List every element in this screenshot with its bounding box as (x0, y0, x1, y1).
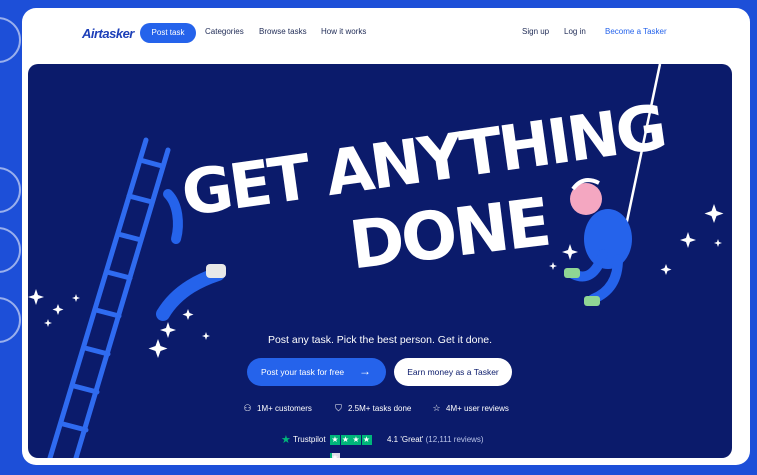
hero-banner: GET ANYTHING DONE Post any task. Pick th… (28, 64, 732, 458)
post-task-button[interactable]: Post task (140, 23, 196, 43)
arrow-right-icon: → (359, 364, 371, 378)
earn-money-button[interactable]: Earn money as a Tasker (394, 358, 512, 386)
nav-sign-up[interactable]: Sign up (522, 27, 549, 36)
hero-tagline: Post any task. Pick the best person. Get… (267, 334, 493, 346)
nav-how-it-works[interactable]: How it works (321, 27, 366, 36)
rating-star-partial-icon: ★ (330, 453, 340, 458)
rating-star-icon: ★ (361, 435, 372, 445)
stat-user-reviews: ☆ 4M+ user reviews (432, 403, 509, 413)
star-outline-icon: ☆ (432, 403, 441, 413)
rating-star-icon: ★ (330, 435, 340, 445)
top-navigation: Airtasker Post task Categories Browse ta… (22, 8, 750, 58)
post-task-free-button[interactable]: Post your task for free → (247, 358, 386, 386)
trustpilot-brand: Trustpilot (293, 435, 326, 444)
users-icon: ⚇ (243, 403, 252, 413)
browser-card: Airtasker Post task Categories Browse ta… (22, 8, 750, 465)
nav-become-tasker[interactable]: Become a Tasker (605, 27, 667, 36)
trustpilot-review-count: (12,111 reviews) (425, 435, 484, 444)
hero-stats: ⚇ 1M+ customers ⛉ 2.5M+ tasks done ☆ 4M+ us… (28, 403, 732, 417)
stat-customers: ⚇ 1M+ customers (243, 403, 312, 413)
shield-check-icon: ⛉ (335, 403, 342, 413)
stat-tasks-done: ⛉ 2.5M+ tasks done (333, 403, 411, 414)
trustpilot-star-icon: ★ (281, 434, 291, 446)
nav-log-in[interactable]: Log in (564, 27, 586, 36)
trustpilot-stars: ★ ★ ★ ★★ (330, 435, 382, 458)
trustpilot-rating[interactable]: ★ Trustpilot ★ ★ ★ ★★ 4.1 'Great' (12,111 r… (28, 434, 732, 458)
airtasker-logo[interactable]: Airtasker (82, 26, 134, 41)
nav-browse-tasks[interactable]: Browse tasks (259, 27, 307, 36)
rating-star-icon: ★ (351, 435, 361, 445)
post-task-free-label: Post your task for free (261, 367, 345, 377)
trustpilot-score: 4.1 'Great' (12,111 reviews) (387, 435, 484, 444)
nav-categories[interactable]: Categories (205, 27, 244, 36)
rating-star-icon: ★ (340, 435, 351, 445)
